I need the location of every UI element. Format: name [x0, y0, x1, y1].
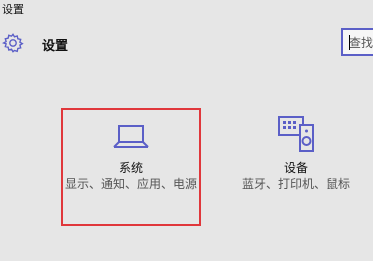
- search-input[interactable]: [343, 30, 373, 54]
- window-title: 设置: [2, 3, 24, 16]
- tile-devices[interactable]: 设备 蓝牙、打印机、鼠标: [226, 108, 366, 226]
- tile-system-name: 系统: [118, 161, 143, 175]
- tile-system[interactable]: 系统 显示、通知、应用、电源: [61, 108, 201, 226]
- gear-icon: [2, 33, 24, 53]
- search-box[interactable]: [341, 28, 373, 56]
- page-title: 设置: [42, 39, 69, 54]
- devices-icon: [278, 116, 314, 152]
- tile-system-description: 显示、通知、应用、电源: [64, 177, 197, 191]
- header: 设置: [0, 28, 373, 58]
- tile-devices-description: 蓝牙、打印机、鼠标: [241, 177, 350, 191]
- laptop-icon: [113, 125, 149, 148]
- text-cursor: [349, 35, 350, 50]
- tile-devices-name: 设备: [283, 161, 308, 175]
